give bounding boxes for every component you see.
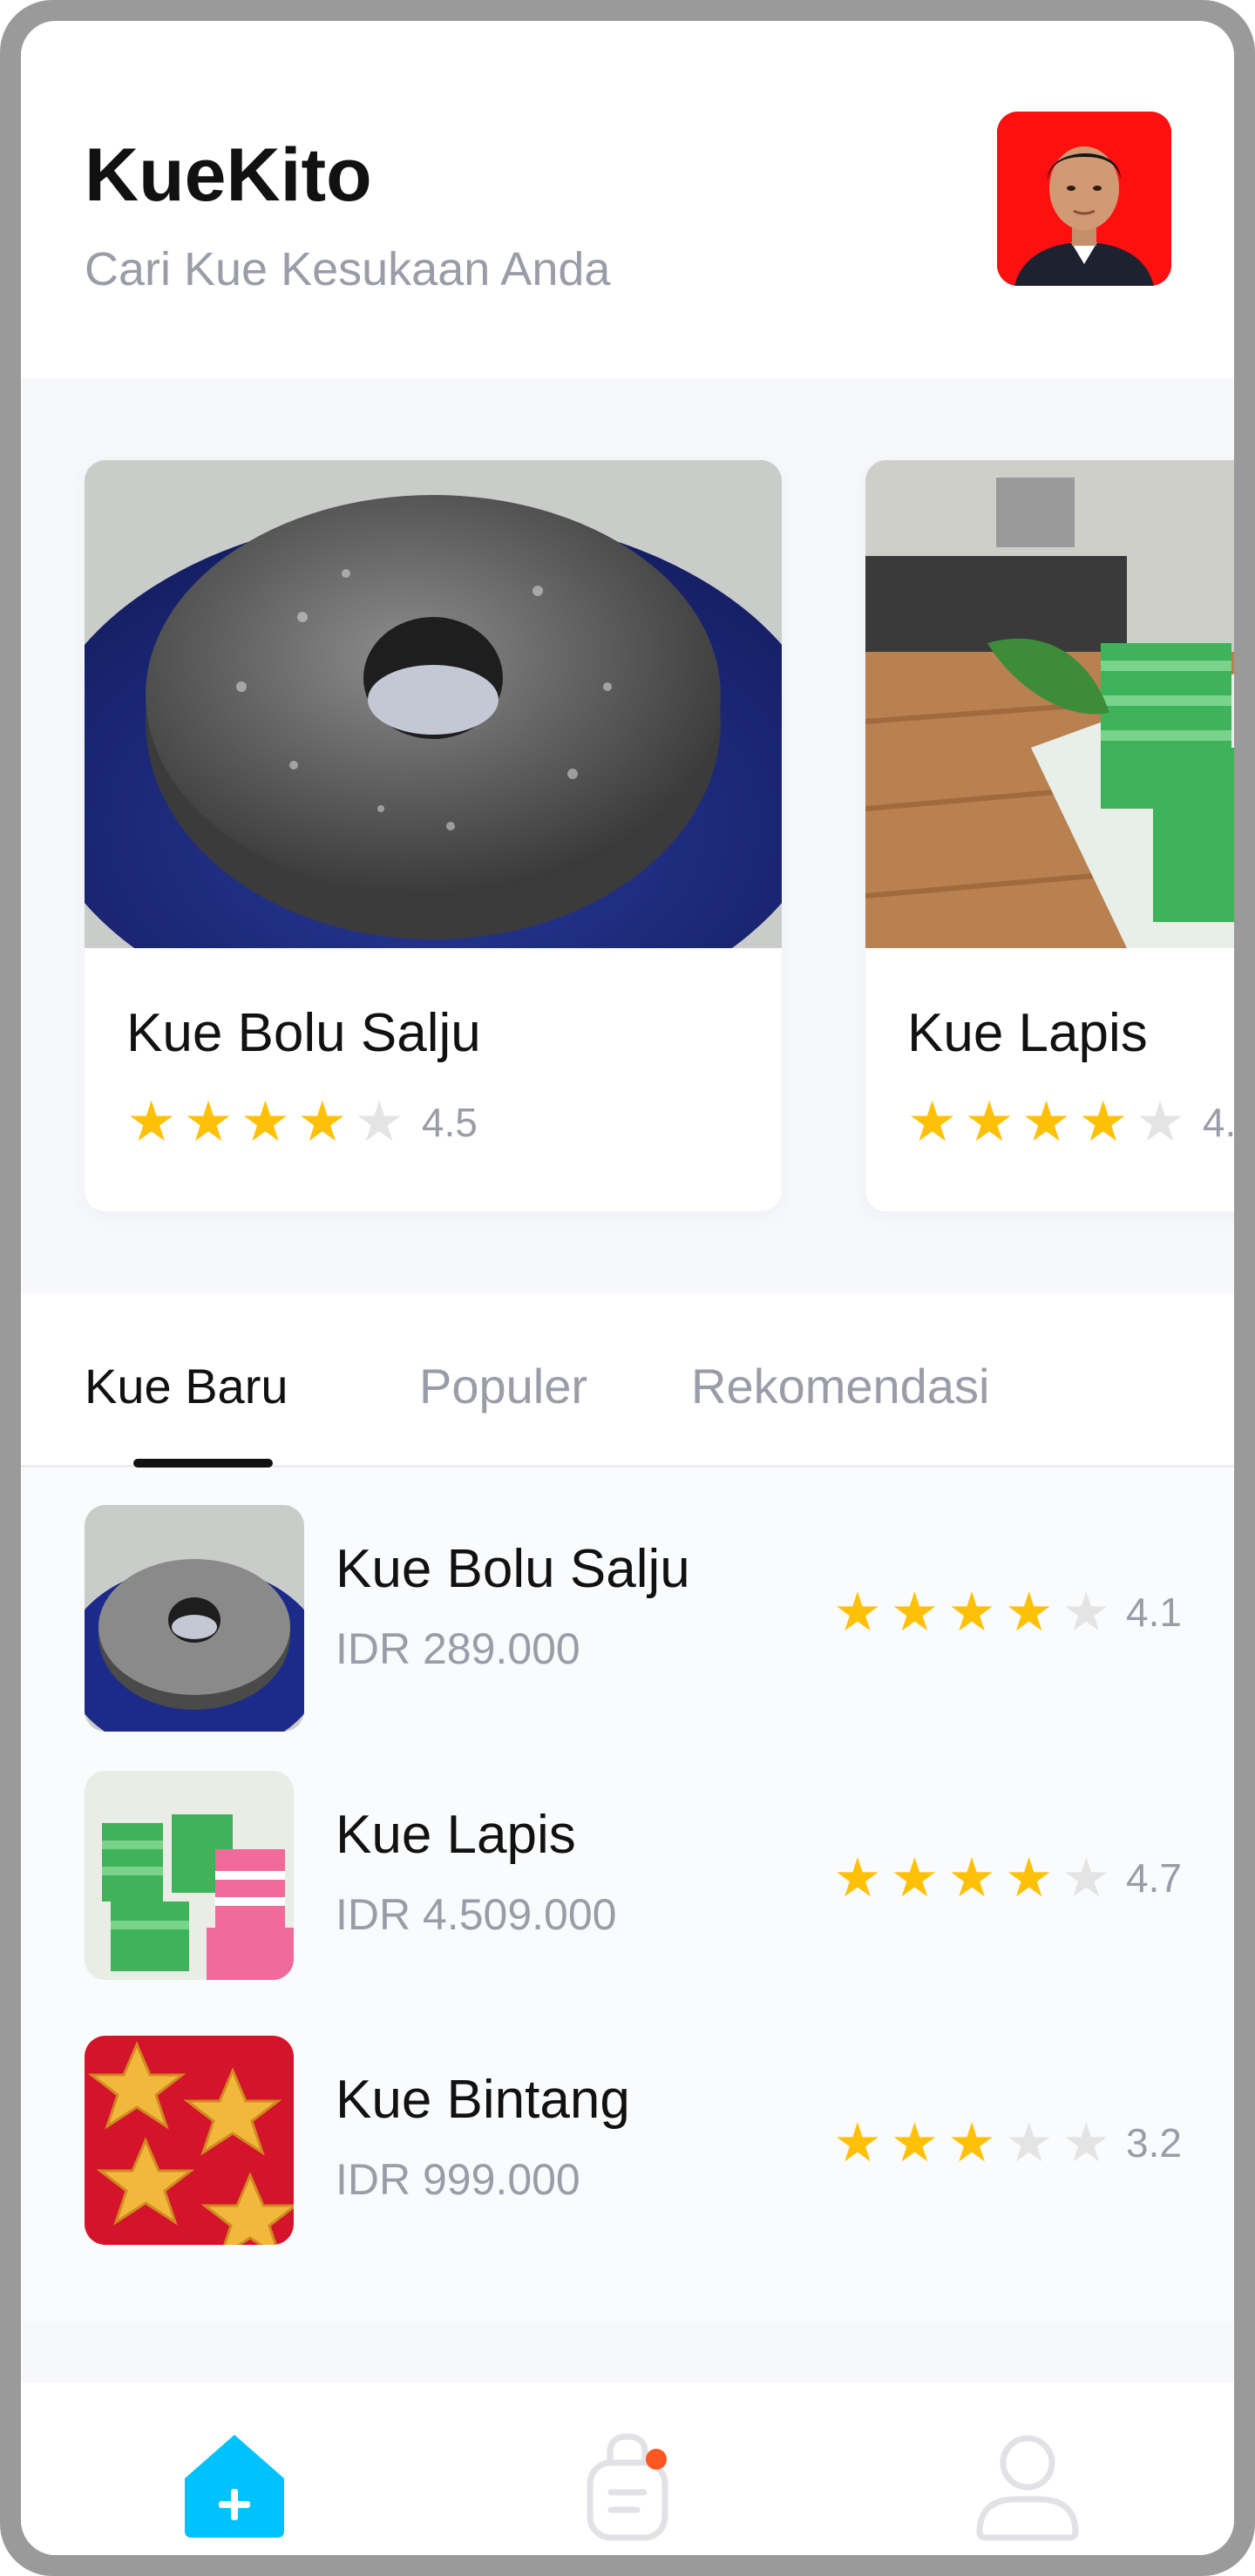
star-icon: ★ <box>297 1090 348 1155</box>
star-icon: ★ <box>833 1846 882 1909</box>
cake-price: IDR 4.509.000 <box>336 1890 617 1939</box>
featured-card[interactable]: Kue Bolu Salju ★ ★ ★ ★ ★ 4.5 <box>85 460 782 1211</box>
cake-thumbnail <box>85 1771 294 1980</box>
list-item[interactable]: Kue Bolu Salju IDR 289.000 ★ ★ ★ ★ ★ 4.1 <box>21 1505 1234 1732</box>
star-rating: ★ ★ ★ ★ ★ 4.1 <box>833 1585 1182 1639</box>
star-icon: ★ <box>890 2111 940 2174</box>
card-title: Kue Lapis <box>907 1003 1148 1063</box>
tab-populer[interactable]: Populer <box>419 1358 587 1414</box>
tab-rekomendasi[interactable]: Rekomendasi <box>691 1358 989 1414</box>
notification-badge <box>646 2449 667 2470</box>
star-empty-icon: ★ <box>1004 2111 1054 2174</box>
avatar-photo <box>997 112 1171 286</box>
rating-value: 4.7 <box>1126 1855 1182 1901</box>
nav-home-button[interactable] <box>178 2430 291 2543</box>
star-icon: ★ <box>947 1580 996 1644</box>
category-tabs: Kue Baru Populer Rekomendasi <box>21 1293 1234 1468</box>
star-icon: ★ <box>1004 1580 1054 1644</box>
star-icon: ★ <box>947 2111 996 2174</box>
cake-name: Kue Bolu Salju <box>336 1539 690 1599</box>
cake-thumbnail <box>85 1505 304 1732</box>
nav-profile-button[interactable] <box>971 2430 1084 2543</box>
list-item[interactable]: Kue Lapis IDR 4.509.000 ★ ★ ★ ★ ★ 4.7 <box>21 1771 1234 1997</box>
star-rating: ★ ★ ★ ★ ★ 3.2 <box>833 2116 1182 2170</box>
star-icon: ★ <box>907 1090 958 1155</box>
bottom-nav <box>21 2383 1234 2555</box>
cake-name: Kue Bintang <box>336 2070 630 2130</box>
star-icon: ★ <box>833 2111 882 2174</box>
cake-image-bolu-salju <box>85 460 782 1035</box>
list-item[interactable]: Kue Bintang IDR 999.000 ★ ★ ★ ★ ★ 3.2 <box>21 2036 1234 2262</box>
bag-icon <box>587 2433 668 2541</box>
star-empty-icon: ★ <box>1135 1090 1185 1155</box>
star-empty-icon: ★ <box>1062 1580 1111 1644</box>
home-add-icon <box>185 2435 284 2538</box>
bottom-spacer <box>21 2322 1234 2383</box>
app-subtitle: Cari Kue Kesukaan Anda <box>85 243 611 295</box>
star-icon: ★ <box>183 1090 234 1155</box>
header: KueKito Cari Kue Kesukaan Anda <box>21 21 1234 378</box>
star-icon: ★ <box>964 1090 1014 1155</box>
rating-value: 4.5 <box>1202 1100 1234 1145</box>
rating-value: 4.1 <box>1126 1590 1182 1635</box>
star-icon: ★ <box>833 1580 882 1644</box>
star-empty-icon: ★ <box>1062 2111 1111 2174</box>
star-icon: ★ <box>890 1580 940 1644</box>
star-icon: ★ <box>1021 1090 1072 1155</box>
card-title: Kue Bolu Salju <box>126 1003 481 1063</box>
star-rating: ★ ★ ★ ★ ★ 4.7 <box>833 1851 1182 1905</box>
star-icon: ★ <box>890 1846 940 1909</box>
star-icon: ★ <box>1004 1846 1054 1909</box>
active-tab-indicator <box>133 1459 273 1468</box>
avatar[interactable] <box>997 112 1171 286</box>
cake-price: IDR 289.000 <box>336 1624 580 1673</box>
cake-price: IDR 999.000 <box>336 2155 580 2204</box>
user-icon <box>976 2435 1079 2541</box>
star-empty-icon: ★ <box>354 1090 404 1155</box>
star-empty-icon: ★ <box>1062 1846 1111 1909</box>
rating-value: 4.5 <box>421 1100 478 1145</box>
featured-card[interactable]: Kue Lapis ★ ★ ★ ★ ★ 4.5 <box>865 460 1234 1211</box>
star-icon: ★ <box>240 1090 291 1155</box>
app-screen: KueKito Cari Kue Kesukaan Anda Kue Bolu … <box>21 21 1234 2555</box>
cake-thumbnail <box>85 2036 294 2245</box>
star-icon: ★ <box>947 1846 996 1909</box>
nav-cart-button[interactable] <box>571 2430 684 2543</box>
star-icon: ★ <box>126 1090 177 1155</box>
cake-image-kue-lapis <box>865 460 1234 948</box>
app-title: KueKito <box>85 133 372 217</box>
star-rating: ★ ★ ★ ★ ★ 4.5 <box>126 1095 478 1150</box>
cake-name: Kue Lapis <box>336 1805 576 1865</box>
star-icon: ★ <box>1078 1090 1129 1155</box>
rating-value: 3.2 <box>1126 2120 1182 2166</box>
tab-kue-baru[interactable]: Kue Baru <box>85 1358 288 1414</box>
star-rating: ★ ★ ★ ★ ★ 4.5 <box>907 1095 1234 1150</box>
